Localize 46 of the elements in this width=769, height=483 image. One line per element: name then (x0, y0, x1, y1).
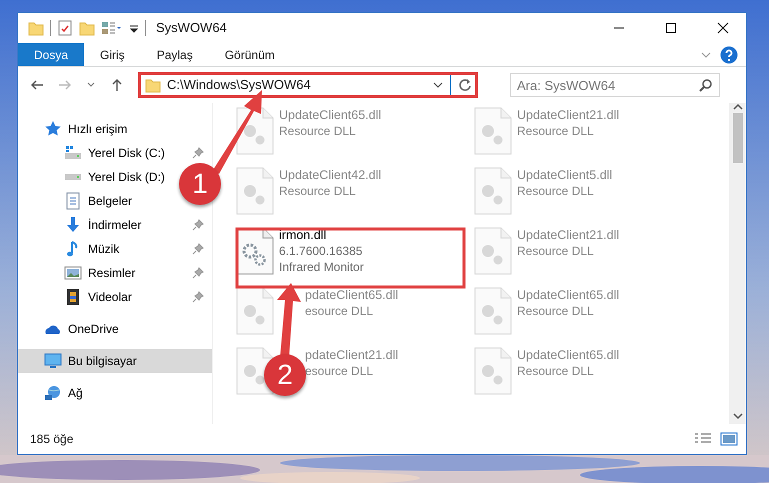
scroll-down-icon[interactable] (732, 412, 742, 420)
dll-file-icon (235, 107, 275, 155)
scroll-up-icon[interactable] (732, 103, 742, 111)
file-item[interactable]: irmon.dll 6.1.7600.16385 Infrared Monitor (235, 227, 473, 287)
address-bar[interactable]: C:\Windows\SysWOW64 (138, 72, 478, 98)
sidebar-item[interactable]: Hızlı erişim (18, 117, 136, 141)
drive-icon (64, 173, 82, 181)
scrollbar-thumb[interactable] (732, 113, 742, 163)
ribbon-tab[interactable]: Paylaş (140, 43, 209, 66)
ribbon-tab[interactable]: Dosya (18, 43, 84, 66)
window-title: SysWOW64 (156, 19, 227, 38)
sidebar-item[interactable]: İndirmeler (18, 213, 212, 237)
video-icon (64, 288, 82, 306)
item-count: 185 öğe (30, 431, 74, 448)
sidebar-item[interactable]: Bu bilgisayar (18, 349, 212, 373)
dll-file-icon (235, 167, 275, 215)
search-field[interactable]: Ara: SysWOW64 (510, 73, 720, 97)
pictures-icon (64, 264, 82, 282)
help-icon[interactable] (720, 46, 738, 64)
computer-icon (44, 352, 62, 370)
dll-file-icon (473, 107, 513, 155)
ribbon-tab[interactable]: Görünüm (208, 43, 291, 66)
dll-file-icon (235, 287, 275, 335)
large-icons-view-icon[interactable] (720, 432, 738, 446)
dll-file-icon (473, 227, 513, 275)
dll-file-icon (473, 287, 513, 335)
document-icon (64, 192, 82, 210)
folder-icon (145, 77, 161, 93)
sidebar-item[interactable]: Yerel Disk (D:) (18, 165, 173, 189)
star-icon (44, 120, 62, 138)
network-icon (44, 384, 62, 402)
sidebar-item[interactable]: OneDrive (18, 317, 127, 341)
view-icon[interactable] (101, 20, 123, 36)
properties-icon[interactable] (57, 20, 73, 36)
ribbon-tab[interactable]: Giriş (84, 43, 141, 66)
sidebar-item[interactable]: Resimler (18, 261, 212, 285)
download-icon (64, 216, 82, 234)
drive-icon (64, 144, 82, 162)
dll-file-icon (473, 347, 513, 395)
sidebar-item[interactable]: Videolar (18, 285, 212, 309)
dll-file-icon (473, 167, 513, 215)
sidebar-item[interactable]: Belgeler (18, 189, 140, 213)
search-icon[interactable] (699, 78, 713, 92)
sidebar-item[interactable]: Müzik (18, 237, 212, 261)
sidebar-item[interactable]: Yerel Disk (C:) (18, 141, 212, 165)
sidebar-item[interactable]: Ağ (18, 381, 91, 405)
